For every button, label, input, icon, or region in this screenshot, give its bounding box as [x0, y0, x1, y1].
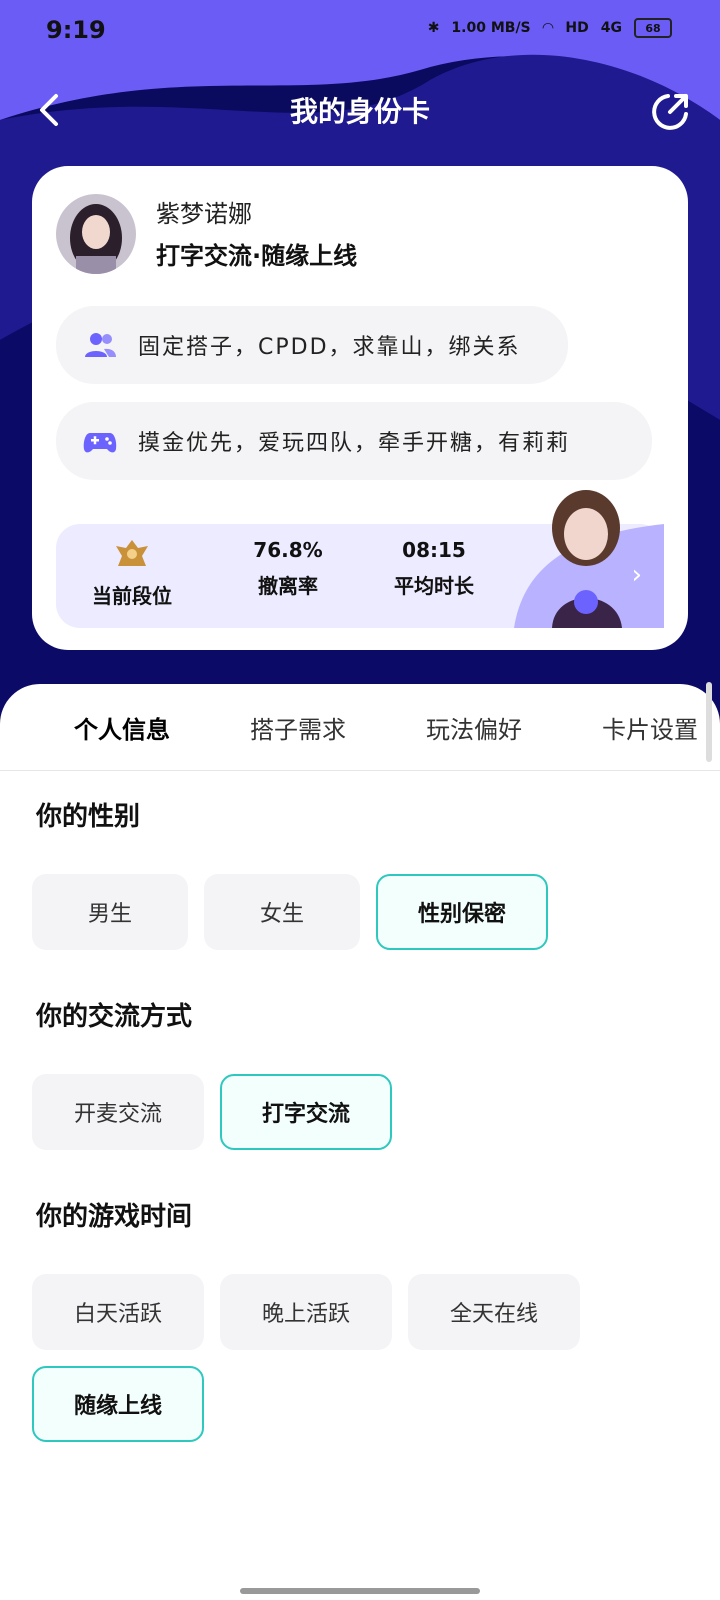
tag-bubble-1: 固定搭子，CPDD，求靠山，绑关系	[56, 306, 568, 384]
option-comm-typing[interactable]: 打字交流	[220, 1074, 392, 1150]
stat-value-avg-duration: 08:15	[402, 538, 466, 562]
top-bar: 我的身份卡	[0, 80, 720, 140]
settings-sheet: 个人信息 搭子需求 玩法偏好 卡片设置 你的性别 男生 女生 性别保密 你的交流…	[0, 684, 720, 1600]
signal-indicator: 4G	[600, 20, 622, 36]
option-time-daytime[interactable]: 白天活跃	[32, 1274, 204, 1350]
net-speed: 1.00 MB/S	[451, 20, 531, 36]
wifi-icon: ◠	[542, 20, 554, 36]
gamepad-icon	[83, 433, 117, 453]
stat-extract-rate: 76.8% 撤离率	[242, 538, 334, 599]
stat-avg-duration: 08:15 平均时长	[374, 538, 494, 599]
identity-card: 紫梦诺娜 打字交流·随缘上线 固定搭子，CPDD，求靠山，绑关系 摸金优先，爱玩…	[32, 166, 688, 650]
tag-text-2: 摸金优先，爱玩四队，牵手开糖，有莉莉	[138, 431, 571, 456]
stat-label-avg-duration: 平均时长	[394, 574, 474, 598]
section-title-game-time: 你的游戏时间	[36, 1202, 193, 1232]
users-icon	[85, 333, 116, 357]
character-illustration	[514, 490, 664, 628]
page-title: 我的身份卡	[289, 95, 430, 128]
avatar[interactable]	[56, 194, 136, 274]
tab-bar: 个人信息 搭子需求 玩法偏好 卡片设置	[0, 684, 720, 771]
tab-personal-info[interactable]: 个人信息	[74, 710, 170, 745]
chevron-right-icon[interactable]: ›	[632, 560, 642, 590]
share-icon[interactable]	[648, 90, 692, 134]
section-title-communication: 你的交流方式	[36, 1002, 193, 1032]
profile-subtitle: 打字交流·随缘上线	[156, 242, 358, 270]
status-time: 9:19	[46, 16, 106, 44]
tab-partner-needs[interactable]: 搭子需求	[250, 710, 346, 745]
tab-play-preferences[interactable]: 玩法偏好	[426, 710, 522, 745]
tab-card-settings[interactable]: 卡片设置	[602, 710, 698, 745]
status-icons: ✱ 1.00 MB/S ◠ HD 4G 68	[428, 18, 672, 38]
stats-panel[interactable]: 当前段位 76.8% 撤离率 08:15 平均时长 ›	[56, 490, 664, 628]
tag-text-1: 固定搭子，CPDD，求靠山，绑关系	[138, 335, 521, 360]
bluetooth-icon: ✱	[427, 20, 440, 36]
stat-label-extract-rate: 撤离率	[258, 574, 318, 598]
option-time-allday[interactable]: 全天在线	[408, 1274, 580, 1350]
battery-icon: 68	[634, 18, 672, 38]
rank-badge-icon	[116, 540, 148, 566]
option-gender-female[interactable]: 女生	[204, 874, 360, 950]
hd-badge: HD	[565, 20, 589, 36]
status-bar: 9:19 ✱ 1.00 MB/S ◠ HD 4G 68	[0, 0, 720, 64]
scrollbar[interactable]	[706, 682, 712, 762]
stat-value-extract-rate: 76.8%	[253, 538, 323, 562]
stat-label-rank: 当前段位	[92, 584, 172, 608]
home-indicator[interactable]	[240, 1588, 480, 1594]
option-comm-voice[interactable]: 开麦交流	[32, 1074, 204, 1150]
profile-name: 紫梦诺娜	[156, 200, 252, 228]
option-time-random[interactable]: 随缘上线	[32, 1366, 204, 1442]
stat-rank: 当前段位	[86, 538, 178, 609]
battery-level: 68	[645, 21, 661, 35]
option-gender-male[interactable]: 男生	[32, 874, 188, 950]
section-title-gender: 你的性别	[36, 802, 141, 832]
option-time-evening[interactable]: 晚上活跃	[220, 1274, 392, 1350]
option-gender-private[interactable]: 性别保密	[376, 874, 548, 950]
tag-bubble-2: 摸金优先，爱玩四队，牵手开糖，有莉莉	[56, 402, 652, 480]
